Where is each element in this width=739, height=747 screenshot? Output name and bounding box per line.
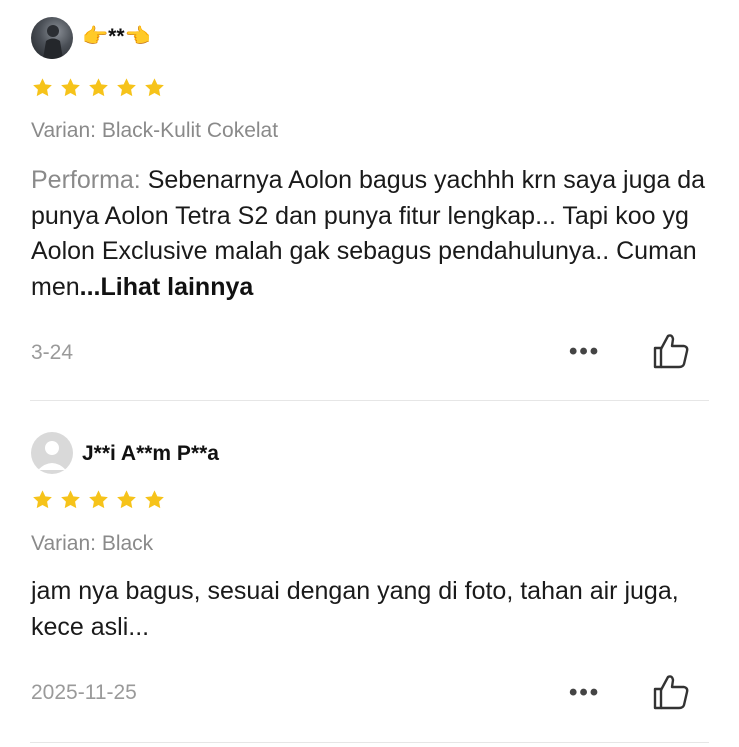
more-options-button[interactable]: ••• bbox=[569, 679, 600, 707]
content-text: jam nya bagus, sesuai dengan yang di fot… bbox=[31, 577, 679, 641]
review-date: 2025-11-25 bbox=[31, 681, 137, 704]
divider bbox=[30, 400, 709, 401]
avatar[interactable] bbox=[31, 17, 73, 59]
star-icon bbox=[61, 78, 80, 97]
reviewer-name: 👉**👈 bbox=[82, 25, 151, 48]
content-label: Performa: bbox=[31, 166, 141, 194]
avatar[interactable] bbox=[31, 432, 73, 474]
thumbs-up-icon[interactable] bbox=[651, 332, 691, 370]
star-icon bbox=[89, 490, 108, 509]
star-icon bbox=[117, 490, 136, 509]
star-icon bbox=[117, 78, 136, 97]
user-photo-icon bbox=[43, 25, 63, 59]
default-user-icon bbox=[38, 441, 66, 470]
star-rating bbox=[31, 77, 166, 99]
star-icon bbox=[145, 78, 164, 97]
variant-text: Varian: Black bbox=[31, 532, 154, 555]
star-icon bbox=[33, 490, 52, 509]
divider bbox=[30, 742, 709, 743]
star-icon bbox=[33, 78, 52, 97]
more-options-button[interactable]: ••• bbox=[569, 338, 600, 366]
review-date: 3-24 bbox=[31, 341, 74, 364]
see-more-link[interactable]: ...Lihat lainnya bbox=[80, 273, 254, 301]
star-icon bbox=[61, 490, 80, 509]
review-content: Performa: Sebenarnya Aolon bagus yachhh … bbox=[31, 163, 711, 305]
review-content: jam nya bagus, sesuai dengan yang di fot… bbox=[31, 574, 711, 645]
thumbs-up-icon[interactable] bbox=[651, 673, 691, 711]
star-icon bbox=[145, 490, 164, 509]
variant-text: Varian: Black-Kulit Cokelat bbox=[31, 119, 279, 142]
star-icon bbox=[89, 78, 108, 97]
star-rating bbox=[31, 489, 166, 511]
reviewer-name: J**i A**m P**a bbox=[82, 442, 219, 465]
